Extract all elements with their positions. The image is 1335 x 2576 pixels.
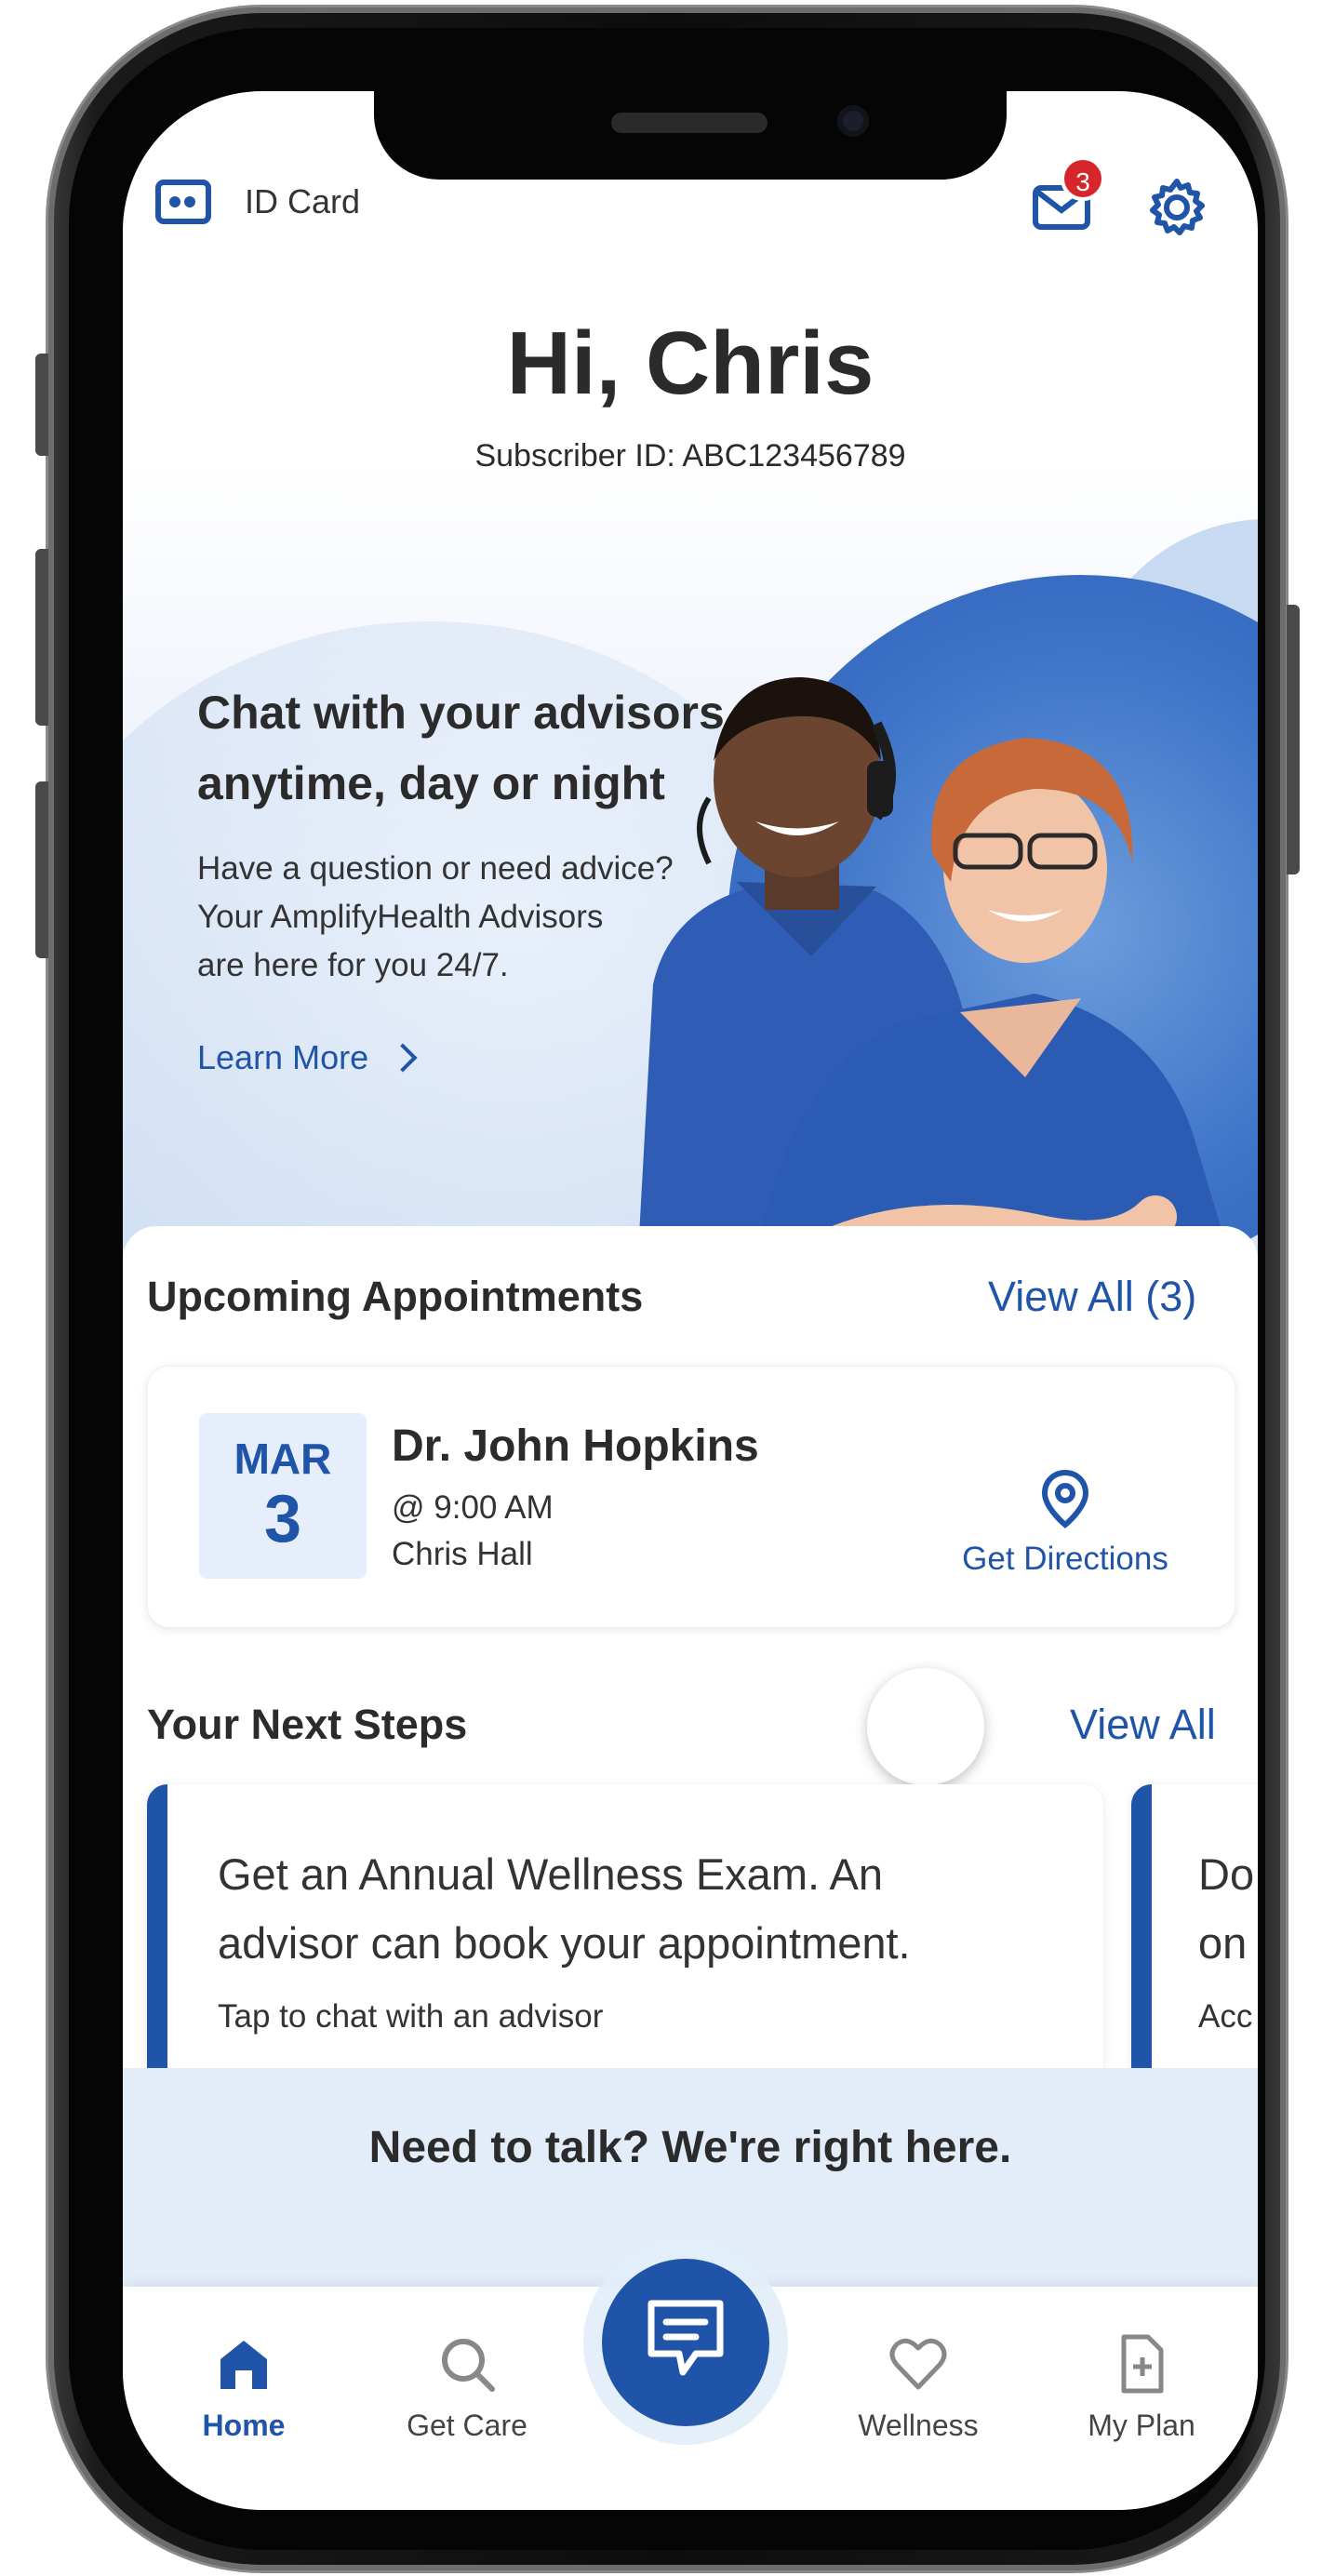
next-step-action: Acc <box>1198 1998 1253 2035</box>
power-button <box>1287 605 1300 874</box>
talk-banner-text: Need to talk? We're right here. <box>368 2123 1012 2172</box>
front-camera <box>837 105 869 137</box>
home-content: Upcoming Appointments View All (3) MAR 3… <box>123 1226 1258 2156</box>
next-step-text-line: Get an Annual Wellness Exam. An <box>218 1849 883 1899</box>
learn-more-link[interactable]: Learn More <box>197 1038 418 1077</box>
home-icon <box>220 2341 267 2389</box>
app-screen: Chat with your advisors anytime, day or … <box>123 91 1258 2510</box>
chat-button[interactable] <box>602 2259 769 2426</box>
appointment-month: MAR <box>234 1435 332 1483</box>
next-step-text-line: Do <box>1198 1849 1255 1899</box>
next-steps-section-title: Your Next Steps <box>147 1701 468 1748</box>
hero-title: Chat with your advisors anytime, day or … <box>197 677 774 819</box>
hero-description-line: Your AmplifyHealth Advisors <box>197 899 604 935</box>
search-icon <box>442 2339 495 2392</box>
gear-icon <box>1150 179 1205 235</box>
greeting-title: Hi, Chris <box>506 314 874 413</box>
tab-wellness[interactable]: Wellness <box>825 2333 1011 2443</box>
chevron-right-icon <box>388 1043 418 1073</box>
location-pin-icon <box>1041 1469 1089 1528</box>
unread-badge: 3 <box>1061 156 1105 201</box>
tab-my-plan[interactable]: My Plan <box>1048 2333 1235 2443</box>
appointment-location: Chris Hall <box>392 1536 533 1572</box>
appointments-section-title: Upcoming Appointments <box>147 1273 644 1320</box>
next-step-card[interactable]: Get an Annual Wellness Exam. An advisor … <box>147 1784 1103 2091</box>
next-step-text-line: on <box>1198 1918 1248 1968</box>
view-all-appointments-link[interactable]: View All (3) <box>988 1273 1196 1321</box>
appointment-card[interactable]: MAR 3 Dr. John Hopkins @ 9:00 AM Chris H… <box>147 1366 1235 1628</box>
messages-button[interactable]: 3 <box>1033 156 1105 231</box>
settings-button[interactable] <box>1146 177 1208 238</box>
heart-icon <box>889 2338 947 2390</box>
next-step-text-line: advisor can book your appointment. <box>218 1918 911 1968</box>
tab-get-care[interactable]: Get Care <box>374 2333 560 2443</box>
hero-description-line: are here for you 24/7. <box>197 947 509 983</box>
card-accent-bar <box>147 1784 167 2091</box>
notch <box>374 91 1007 180</box>
id-card-button[interactable]: ID Card <box>155 180 360 224</box>
volume-down-button <box>35 781 48 958</box>
next-step-card[interactable]: Do on Acc <box>1131 1784 1258 2091</box>
id-card-label: ID Card <box>245 182 361 220</box>
speaker-grille <box>611 113 768 133</box>
doctor-name: Dr. John Hopkins <box>392 1421 759 1471</box>
hero-carousel[interactable]: Chat with your advisors anytime, day or … <box>123 463 1258 1319</box>
chat-bubble-icon <box>647 2300 724 2376</box>
hero-description-line: Have a question or need advice? <box>197 850 674 887</box>
mute-switch <box>35 354 48 456</box>
tab-home[interactable]: Home <box>151 2333 337 2443</box>
tab-get-care-label: Get Care <box>407 2409 527 2442</box>
next-step-text: Do on <box>1198 1840 1258 1978</box>
card-accent-bar <box>1131 1784 1152 2091</box>
hero-title-line: anytime, day or night <box>197 757 665 809</box>
view-all-next-steps-link[interactable]: View All <box>1070 1701 1216 1749</box>
id-card-icon <box>155 180 211 224</box>
volume-up-button <box>35 549 48 726</box>
next-step-action: Tap to chat with an advisor <box>218 1998 604 2035</box>
floating-touch-indicator[interactable] <box>867 1668 984 1785</box>
tab-home-label: Home <box>202 2409 286 2442</box>
hero-title-line: Chat with your advisors <box>197 687 725 739</box>
tab-my-plan-label: My Plan <box>1088 2409 1195 2442</box>
next-step-text: Get an Annual Wellness Exam. An advisor … <box>218 1840 1008 1978</box>
plan-document-icon <box>1121 2334 1164 2394</box>
hero-description: Have a question or need advice? Your Amp… <box>197 845 755 990</box>
get-directions-label: Get Directions <box>962 1541 1168 1577</box>
appointment-date: MAR 3 <box>199 1413 367 1579</box>
appointment-time: @ 9:00 AM <box>392 1489 554 1526</box>
subscriber-id: Subscriber ID: ABC123456789 <box>474 438 906 474</box>
tab-wellness-label: Wellness <box>858 2409 979 2442</box>
learn-more-label: Learn More <box>197 1038 369 1076</box>
get-directions-button[interactable]: Get Directions <box>944 1469 1186 1578</box>
appointment-day: 3 <box>263 1482 302 1556</box>
